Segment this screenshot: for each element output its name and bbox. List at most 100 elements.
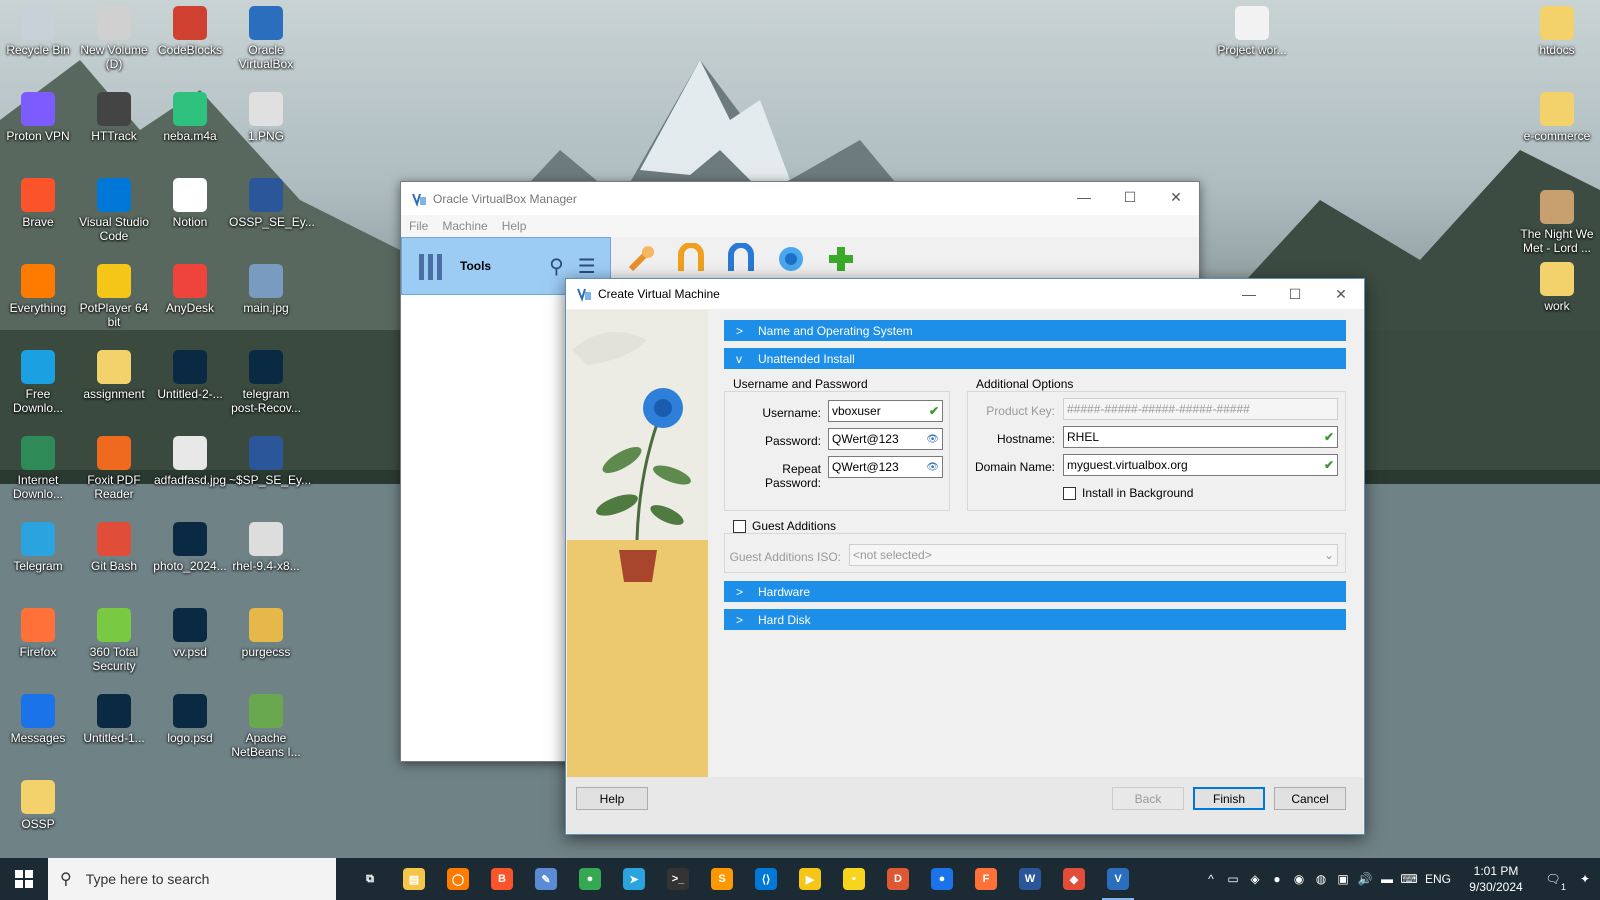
language-indicator[interactable]: ENG [1420, 872, 1456, 886]
desktop-icon[interactable]: 360 Total Security [77, 608, 151, 673]
show-hidden-icons-chevron-icon[interactable]: ^ [1200, 872, 1222, 886]
taskbar-everything-search-button[interactable]: ◯ [436, 858, 480, 900]
maximize-button[interactable]: ☐ [1107, 182, 1153, 212]
taskbar-git-button[interactable]: ◆ [1052, 858, 1096, 900]
tray-app-icon[interactable]: ● [1266, 872, 1288, 886]
section-hardware[interactable]: > Hardware [724, 581, 1346, 602]
taskbar-duckduckgo-button[interactable]: D [876, 858, 920, 900]
minimize-button[interactable]: — [1061, 182, 1107, 212]
close-button[interactable]: ✕ [1153, 182, 1199, 212]
desktop-icon[interactable]: main.jpg [229, 264, 303, 315]
tray-app-icon[interactable]: ▣ [1332, 872, 1354, 886]
desktop-icon[interactable]: Project wor... [1215, 6, 1289, 57]
domain-name-field[interactable]: myguest.virtualbox.org ✔ [1063, 454, 1338, 476]
desktop-icon[interactable]: assignment [77, 350, 151, 401]
new-icon[interactable] [773, 240, 809, 278]
import-icon[interactable] [673, 240, 709, 278]
taskbar-vscode-button[interactable]: ⟨⟩ [744, 858, 788, 900]
repeat-password-field[interactable]: QWert@123 👁 [828, 456, 943, 478]
taskbar-word-button[interactable]: W [1008, 858, 1052, 900]
taskbar-telegram-button[interactable]: ➤ [612, 858, 656, 900]
password-field[interactable]: QWert@123 👁 [828, 428, 943, 450]
taskbar-firefox-button[interactable]: F [964, 858, 1008, 900]
desktop-icon[interactable]: OSSP_SE_Ey... [229, 178, 315, 229]
guest-additions-iso-select[interactable]: <not selected> ⌄ [849, 544, 1338, 566]
notification-center-icon[interactable]: 🗨 1 [1536, 872, 1570, 892]
desktop-icon[interactable]: ~$SP_SE_Ey... [229, 436, 311, 487]
tray-app-icon[interactable]: ◍ [1310, 872, 1332, 886]
desktop-icon[interactable]: Messages [1, 694, 75, 745]
keyboard-icon[interactable]: ⌨ [1398, 872, 1420, 886]
volume-icon[interactable]: 🔊 [1354, 872, 1376, 886]
help-button[interactable]: Help [576, 787, 648, 810]
dialog-maximize-button[interactable]: ☐ [1272, 279, 1318, 309]
desktop-icon[interactable]: purgecss [229, 608, 303, 659]
export-icon[interactable] [723, 240, 759, 278]
desktop-icon[interactable]: Internet Downlo... [1, 436, 75, 501]
product-key-field[interactable]: #####-#####-#####-#####-##### [1063, 398, 1338, 420]
desktop-icon[interactable]: adfadfasd.jpg [153, 436, 227, 487]
desktop-icon[interactable]: neba.m4a [153, 92, 227, 143]
desktop-icon[interactable]: vv.psd [153, 608, 227, 659]
hostname-field[interactable]: RHEL ✔ [1063, 426, 1338, 448]
network-icon[interactable]: ▭ [1222, 872, 1244, 886]
desktop-icon[interactable]: HTTrack [77, 92, 151, 143]
tray-app-icon[interactable]: ◉ [1288, 872, 1310, 886]
taskbar-file-explorer-button[interactable]: ▤ [392, 858, 436, 900]
tray-app-icon[interactable]: ◈ [1244, 872, 1266, 886]
desktop-icon[interactable]: Untitled-1... [77, 694, 151, 745]
taskbar-sublime-button[interactable]: S [700, 858, 744, 900]
taskbar-chrome-button[interactable]: ● [568, 858, 612, 900]
desktop-icon[interactable]: Visual Studio Code [77, 178, 151, 243]
desktop-icon[interactable]: Oracle VirtualBox [229, 6, 303, 71]
taskbar-sticky-notes-button[interactable]: ▪ [832, 858, 876, 900]
section-hard-disk[interactable]: > Hard Disk [724, 609, 1346, 630]
desktop-icon[interactable]: Proton VPN [1, 92, 75, 143]
create-vm-dialog[interactable]: Create Virtual Machine — ☐ ✕ > Name and … [565, 278, 1365, 835]
desktop-icon[interactable]: Apache NetBeans I... [229, 694, 303, 759]
install-in-background-checkbox[interactable]: Install in Background [1063, 486, 1193, 500]
back-button[interactable]: Back [1112, 787, 1184, 810]
username-field[interactable]: vboxuser ✔ [828, 400, 943, 422]
taskbar-potplayer-button[interactable]: ▶ [788, 858, 832, 900]
manager-titlebar[interactable]: Oracle VirtualBox Manager — ☐ ✕ [401, 182, 1199, 215]
preferences-icon[interactable] [623, 240, 659, 278]
desktop-icon[interactable]: OSSP [1, 780, 75, 831]
desktop-icon[interactable]: photo_2024... [153, 522, 227, 573]
clock[interactable]: 1:01 PM 9/30/2024 [1456, 863, 1536, 895]
menu-help[interactable]: Help [502, 219, 527, 233]
desktop-icon[interactable]: 1.PNG [229, 92, 303, 143]
pin-icon[interactable]: ⚲ [549, 254, 564, 279]
show-password-icon[interactable]: 👁 [926, 434, 939, 445]
desktop-icon[interactable]: Recycle Bin [1, 6, 75, 57]
taskbar-virtualbox-button[interactable]: V [1096, 858, 1140, 900]
taskbar-paint-button[interactable]: ✎ [524, 858, 568, 900]
desktop-icon[interactable]: logo.psd [153, 694, 227, 745]
desktop-icon[interactable]: htdocs [1520, 6, 1594, 57]
desktop-icon[interactable]: New Volume (D) [77, 6, 151, 71]
list-menu-icon[interactable]: ☰ [578, 254, 596, 279]
desktop-icon[interactable]: work [1520, 262, 1594, 313]
desktop-icon[interactable]: Git Bash [77, 522, 151, 573]
taskbar-brave-button[interactable]: B [480, 858, 524, 900]
desktop-icon[interactable]: Free Downlo... [1, 350, 75, 415]
desktop-icon[interactable]: rhel-9.4-x8... [229, 522, 303, 573]
desktop-icon[interactable]: Notion [153, 178, 227, 229]
dialog-titlebar[interactable]: Create Virtual Machine — ☐ ✕ [566, 279, 1364, 309]
battery-icon[interactable]: ▬ [1376, 872, 1398, 886]
start-button[interactable] [0, 858, 48, 900]
desktop-icon[interactable]: Brave [1, 178, 75, 229]
add-icon[interactable] [823, 240, 859, 278]
desktop-icon[interactable]: Everything [1, 264, 75, 315]
section-unattended-install[interactable]: v Unattended Install [724, 348, 1346, 369]
cancel-button[interactable]: Cancel [1274, 787, 1346, 810]
desktop-icon[interactable]: e-commerce [1520, 92, 1594, 143]
finish-button[interactable]: Finish [1193, 787, 1265, 810]
dialog-minimize-button[interactable]: — [1226, 279, 1272, 309]
taskbar-terminal-button[interactable]: >_ [656, 858, 700, 900]
menu-machine[interactable]: Machine [442, 219, 487, 233]
section-name-and-os[interactable]: > Name and Operating System [724, 320, 1346, 341]
copilot-icon[interactable]: ✦ [1570, 872, 1600, 886]
desktop-icon[interactable]: Telegram [1, 522, 75, 573]
desktop-icon[interactable]: Untitled-2-... [153, 350, 227, 401]
